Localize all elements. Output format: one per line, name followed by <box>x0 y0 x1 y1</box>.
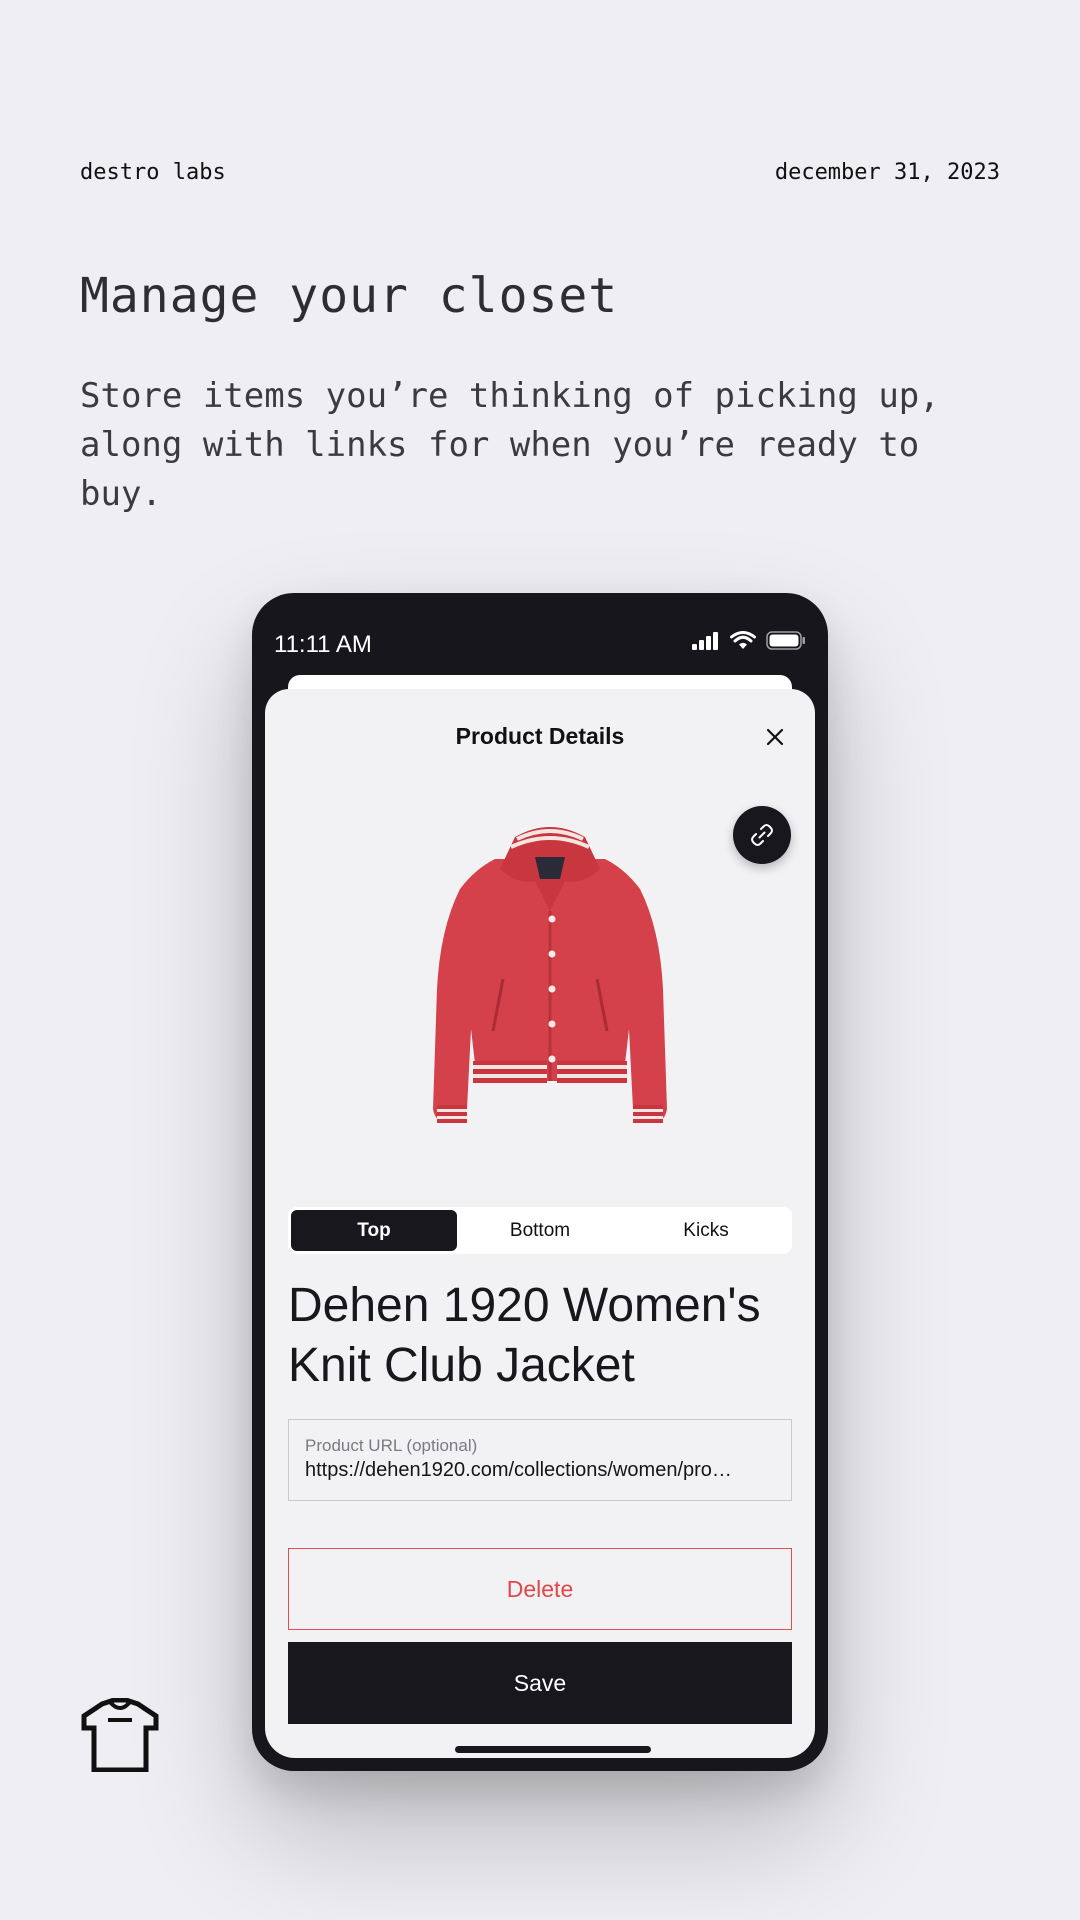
url-field-label: Product URL (optional) <box>305 1436 478 1455</box>
segment-top[interactable]: Top <box>291 1210 457 1251</box>
phone-mockup: 11:11 AM Product Details Top Bottom Kick… <box>252 593 828 1771</box>
wifi-icon <box>730 631 756 649</box>
url-field-value[interactable]: https://dehen1920.com/collections/women/… <box>305 1459 775 1482</box>
save-button[interactable]: Save <box>288 1642 792 1724</box>
segment-bottom[interactable]: Bottom <box>457 1210 623 1251</box>
status-icons <box>692 631 806 650</box>
home-indicator <box>455 1746 651 1753</box>
product-details-sheet: Product Details Top Bottom Kicks Dehen 1… <box>265 689 815 1758</box>
date: december 31, 2023 <box>774 160 1000 185</box>
link-button[interactable] <box>733 806 791 864</box>
link-icon <box>751 824 773 846</box>
segment-kicks[interactable]: Kicks <box>623 1210 789 1251</box>
product-url-field[interactable]: Product URL (optional) https://dehen1920… <box>288 1419 792 1501</box>
tshirt-icon <box>81 1698 159 1772</box>
subtext: Store items you’re thinking of picking u… <box>80 376 940 514</box>
delete-button[interactable]: Delete <box>288 1548 792 1630</box>
product-image <box>433 827 667 1123</box>
headline: Manage your closet <box>80 268 619 324</box>
product-name: Dehen 1920 Women's Knit Club Jacket <box>288 1279 761 1392</box>
close-icon[interactable] <box>763 725 787 749</box>
brand: destro labs <box>80 160 226 185</box>
signal-icon <box>692 631 718 650</box>
battery-icon <box>766 631 805 650</box>
status-time: 11:11 AM <box>274 631 372 658</box>
category-selector: Top Bottom Kicks <box>288 1207 792 1254</box>
sheet-title: Product Details <box>455 723 625 749</box>
